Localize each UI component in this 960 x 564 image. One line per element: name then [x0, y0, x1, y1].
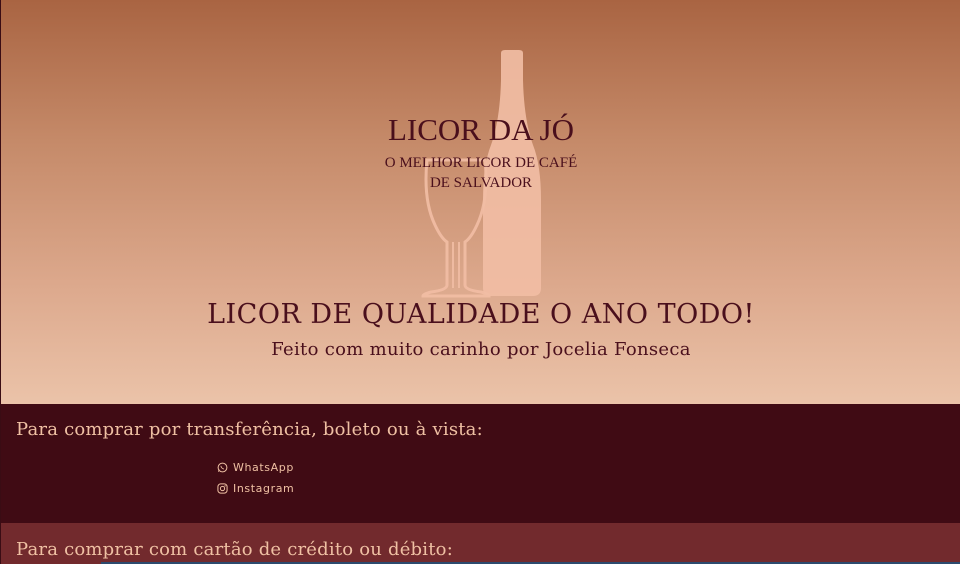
instagram-link[interactable]: Instagram — [217, 482, 294, 495]
whatsapp-label: WhatsApp — [233, 461, 294, 474]
brand-subtitle-line-2: DE SALVADOR — [429, 175, 533, 191]
purchase-card-section: Para comprar com cartão de crédito ou dé… — [1, 523, 960, 564]
instagram-label: Instagram — [233, 482, 295, 495]
page: LICOR DA JÓ O MELHOR LICOR DE CAFÉ DE SA… — [0, 0, 960, 564]
whatsapp-link[interactable]: WhatsApp — [217, 461, 294, 474]
instagram-icon — [217, 483, 228, 494]
brand-subtitle-line-1: O MELHOR LICOR DE CAFÉ — [384, 155, 578, 171]
brand-title: LICOR DA JÓ — [387, 112, 574, 147]
hero-headline: LICOR DE QUALIDADE O ANO TODO! — [207, 299, 755, 330]
purchase-transfer-section: Para comprar por transferência, boleto o… — [1, 404, 960, 523]
hero-tagline: Feito com muito carinho por Jocelia Fons… — [271, 339, 691, 360]
purchase-card-title: Para comprar com cartão de crédito ou dé… — [16, 539, 453, 560]
hero-section: LICOR DA JÓ O MELHOR LICOR DE CAFÉ DE SA… — [1, 0, 960, 404]
whatsapp-icon — [217, 462, 228, 473]
brand-subtitle: O MELHOR LICOR DE CAFÉ DE SALVADOR — [1, 153, 960, 193]
purchase-transfer-title: Para comprar por transferência, boleto o… — [16, 419, 483, 440]
